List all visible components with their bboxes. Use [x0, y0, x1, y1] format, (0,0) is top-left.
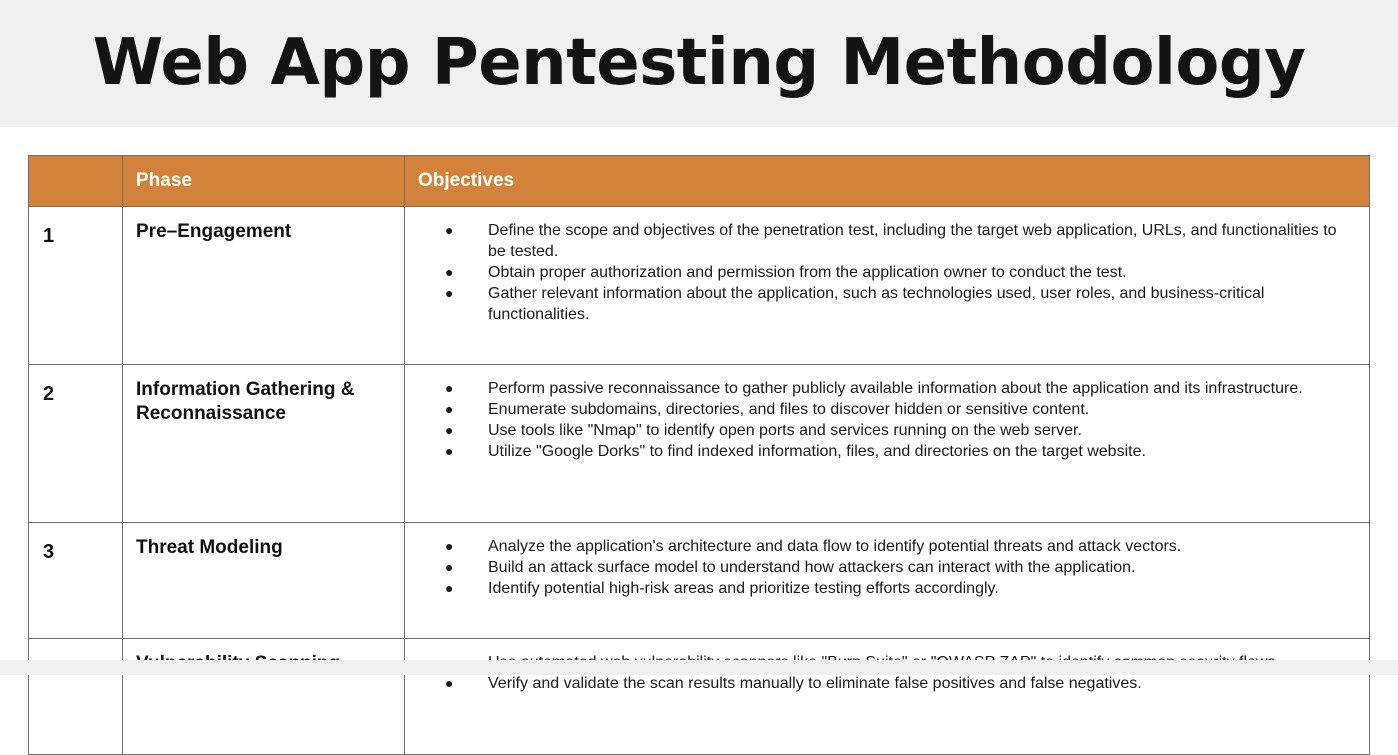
objective-item: ● Define the scope and objectives of the … — [405, 220, 1345, 262]
table-row: 2 Information Gathering & Reconnaissance… — [28, 364, 1370, 523]
table-row: 1 Pre–Engagement ● Define the scope and o… — [28, 206, 1370, 365]
table-row: 4 Vulnerability Scanning ●Use automated … — [28, 638, 1370, 755]
objective-text: Perform passive reconnaissance to gather… — [488, 380, 1303, 397]
objective-item: ● Obtain proper authorization and permiss… — [405, 262, 1345, 283]
objective-item: ● Enumerate subdomains, directories, and … — [405, 399, 1345, 420]
bullet-icon: ● — [445, 559, 454, 575]
phase-number: 1 — [28, 206, 123, 365]
header-row: Phase Objectives — [28, 155, 1370, 207]
phase-number: 2 — [28, 364, 123, 523]
objective-item: ● Analyze the application's architecture … — [405, 536, 1345, 557]
objective-item: ● Perform passive reconnaissance to gathe… — [405, 378, 1345, 399]
objectives-cell: ● Define the scope and objectives of the … — [404, 206, 1370, 365]
bullet-icon: ● — [445, 222, 454, 238]
header-phase: Phase — [122, 155, 405, 207]
table-row: 3 Threat Modeling ● Analyze the applicati… — [28, 522, 1370, 639]
bullet-icon: ● — [445, 580, 454, 596]
objective-text: Use tools like "Nmap" to identify open p… — [488, 422, 1082, 439]
phase-name: Threat Modeling — [122, 522, 405, 639]
bullet-icon: ● — [445, 675, 454, 691]
phase-name: Pre–Engagement — [122, 206, 405, 365]
page-title: Web App Pentesting Methodology — [92, 25, 1306, 100]
phase-name: Information Gathering & Reconnaissance — [122, 364, 405, 523]
objective-text: Analyze the application's architecture a… — [488, 538, 1182, 555]
bottom-band — [0, 660, 1398, 675]
objectives-list: ● Perform passive reconnaissance to gathe… — [405, 378, 1345, 462]
objectives-cell: ● Perform passive reconnaissance to gathe… — [404, 364, 1370, 523]
table-header: Phase Objectives — [28, 155, 1370, 207]
objective-text: Enumerate subdomains, directories, and f… — [488, 401, 1090, 418]
header-objectives: Objectives — [404, 155, 1370, 207]
bullet-icon: ● — [445, 285, 454, 301]
objective-item: ● Build an attack surface model to unders… — [405, 557, 1345, 578]
phase-number: 3 — [28, 522, 123, 639]
objective-item: ● Use tools like "Nmap" to identify open … — [405, 420, 1345, 441]
objectives-list: ● Define the scope and objectives of the … — [405, 220, 1345, 325]
objectives-cell: ●Use automated web vulnerability scanner… — [404, 638, 1370, 755]
objective-text: Verify and validate the scan results man… — [488, 675, 1142, 692]
objective-item: ● Utilize "Google Dorks" to find indexed … — [405, 441, 1345, 462]
phase-name: Vulnerability Scanning — [122, 638, 405, 755]
objective-item: ● Identify potential high-risk areas and … — [405, 578, 1345, 599]
header-number — [28, 155, 123, 207]
bullet-icon: ● — [445, 380, 454, 396]
objectives-list: ● Analyze the application's architecture … — [405, 536, 1345, 599]
bullet-icon: ● — [445, 443, 454, 459]
objective-text: Gather relevant information about the ap… — [488, 285, 1265, 323]
bullet-icon: ● — [445, 401, 454, 417]
objectives-cell: ● Analyze the application's architecture … — [404, 522, 1370, 639]
objective-text: Define the scope and objectives of the p… — [488, 222, 1337, 260]
phase-number: 4 — [28, 638, 123, 755]
bullet-icon: ● — [445, 538, 454, 554]
objective-text: Utilize "Google Dorks" to find indexed i… — [488, 443, 1146, 460]
objective-text: Build an attack surface model to underst… — [488, 559, 1136, 576]
objective-item: ● Gather relevant information about the a… — [405, 283, 1345, 325]
objective-text: Obtain proper authorization and permissi… — [488, 264, 1127, 281]
bullet-icon: ● — [445, 422, 454, 438]
objective-item: ● Verify and validate the scan results ma… — [405, 673, 1345, 694]
bullet-icon: ● — [445, 264, 454, 280]
title-band: Web App Pentesting Methodology — [0, 0, 1398, 127]
objective-text: Identify potential high-risk areas and p… — [488, 580, 999, 597]
